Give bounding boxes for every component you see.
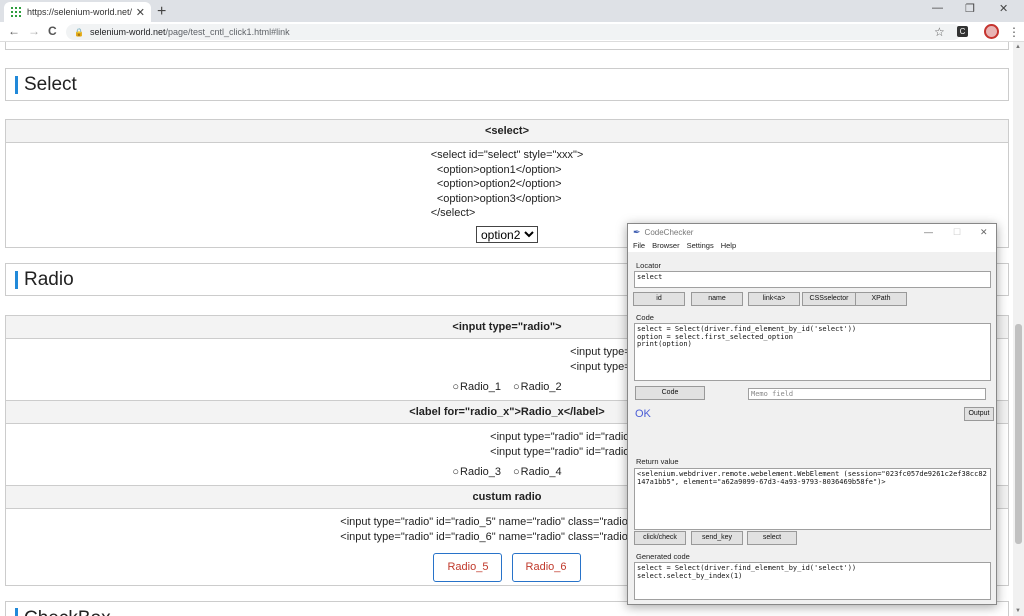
cc-minimize-button[interactable]: —	[924, 227, 933, 237]
custom-radio-6-button[interactable]: Radio_6	[511, 553, 581, 582]
browser-tab[interactable]: https://selenium-world.net/page ✕	[4, 2, 151, 22]
bookmark-star-icon[interactable]: ☆	[934, 25, 945, 39]
select-section-heading: Select	[5, 68, 1009, 101]
select-button[interactable]: select	[747, 531, 797, 545]
code-line: <select id="select" style="xxx">	[430, 149, 584, 161]
radio-option-3[interactable]: Radio_3	[452, 465, 501, 480]
generated-code-label: Generated code	[636, 552, 690, 561]
codechecker-menubar: File Browser Settings Help	[628, 241, 996, 252]
tab-title: https://selenium-world.net/page	[27, 7, 132, 17]
codechecker-title: CodeChecker	[644, 228, 694, 237]
browser-menu-icon[interactable]: ⋮	[1008, 25, 1020, 39]
locator-xpath-button[interactable]: XPath	[855, 292, 907, 306]
profile-avatar[interactable]	[984, 24, 999, 39]
cc-maximize-button[interactable]: ☐	[953, 227, 961, 238]
status-ok-text: OK	[635, 408, 651, 420]
custom-radio-5-button[interactable]: Radio_5	[433, 553, 503, 582]
site-favicon-icon	[10, 6, 22, 18]
menu-help[interactable]: Help	[721, 241, 736, 252]
locator-name-button[interactable]: name	[691, 292, 743, 306]
checkbox-heading-text: CheckBox	[24, 608, 111, 616]
url-input[interactable]: 🔒 selenium-world.net/page/test_cntl_clic…	[66, 24, 961, 40]
code-line: <option>option1</option>	[430, 163, 562, 176]
demo-select-dropdown[interactable]: option1 option2 option3	[476, 225, 538, 243]
send-key-button[interactable]: send_key	[691, 531, 743, 545]
click-check-button[interactable]: click/check	[634, 531, 686, 545]
heading-accent-bar	[15, 270, 18, 289]
forward-icon[interactable]: →	[28, 24, 40, 38]
codechecker-window: ✒ CodeChecker — ☐ ✕ File Browser Setting…	[627, 223, 997, 605]
locator-link-button[interactable]: link<a>	[748, 292, 800, 306]
heading-accent-bar	[15, 608, 18, 616]
code-textarea[interactable]: select = Select(driver.find_element_by_i…	[634, 323, 991, 381]
radio-option-2[interactable]: Radio_2	[513, 380, 562, 395]
menu-browser[interactable]: Browser	[652, 241, 680, 252]
code-line: <option>option2</option>	[430, 178, 562, 190]
reload-icon[interactable]: C	[48, 24, 57, 38]
select-heading-text: Select	[24, 73, 77, 95]
minimize-button[interactable]: —	[932, 2, 943, 14]
tab-strip: https://selenium-world.net/page ✕ + — ❐ …	[0, 0, 1024, 22]
code-line: </select>	[430, 207, 476, 219]
tab-close-icon[interactable]: ✕	[136, 6, 145, 19]
lock-icon: 🔒	[74, 27, 84, 37]
cc-close-button[interactable]: ✕	[980, 227, 988, 238]
generated-code-textarea[interactable]: select = Select(driver.find_element_by_i…	[634, 562, 991, 600]
memo-field[interactable]: Memo field	[748, 388, 986, 400]
code-button[interactable]: Code	[635, 386, 705, 400]
page-scrollbar[interactable]: ▲ ▼	[1013, 42, 1024, 616]
scroll-up-icon[interactable]: ▲	[1015, 44, 1021, 50]
menu-file[interactable]: File	[633, 241, 645, 252]
close-window-button[interactable]: ✕	[999, 2, 1008, 15]
locator-cssselector-button[interactable]: CSSselector	[802, 292, 856, 306]
maximize-button[interactable]: ❐	[965, 2, 975, 15]
extension-icon[interactable]: C	[957, 26, 968, 37]
scrollbar-thumb[interactable]	[1015, 324, 1022, 544]
radio-option-1[interactable]: Radio_1	[452, 380, 501, 395]
url-path: /page/test_cntl_click1.html#link	[165, 27, 290, 37]
url-host: selenium-world.net	[89, 27, 166, 37]
radio-heading-text: Radio	[24, 268, 74, 290]
select-table-header: <select>	[6, 120, 1008, 143]
feather-app-icon: ✒	[633, 227, 641, 237]
heading-accent-bar	[15, 75, 18, 94]
locator-input[interactable]: select	[634, 271, 991, 288]
output-button[interactable]: Output	[964, 407, 994, 421]
locator-id-button[interactable]: id	[633, 292, 685, 306]
code-line: <option>option3</option>	[430, 192, 562, 205]
radio-option-4[interactable]: Radio_4	[513, 465, 562, 480]
return-value-textarea[interactable]: <selenium.webdriver.remote.webelement.We…	[634, 468, 991, 530]
code-label: Code	[636, 313, 654, 322]
address-bar-row: ← → C 🔒 selenium-world.net/page/test_cnt…	[0, 22, 1024, 42]
scroll-down-icon[interactable]: ▼	[1015, 608, 1021, 614]
new-tab-button[interactable]: +	[157, 3, 166, 21]
codechecker-titlebar[interactable]: ✒ CodeChecker — ☐ ✕	[628, 224, 996, 241]
previous-section-edge	[5, 42, 1009, 50]
back-icon[interactable]: ←	[8, 24, 20, 38]
locator-label: Locator	[636, 261, 662, 270]
return-value-label: Return value	[636, 457, 679, 466]
menu-settings[interactable]: Settings	[687, 241, 714, 252]
